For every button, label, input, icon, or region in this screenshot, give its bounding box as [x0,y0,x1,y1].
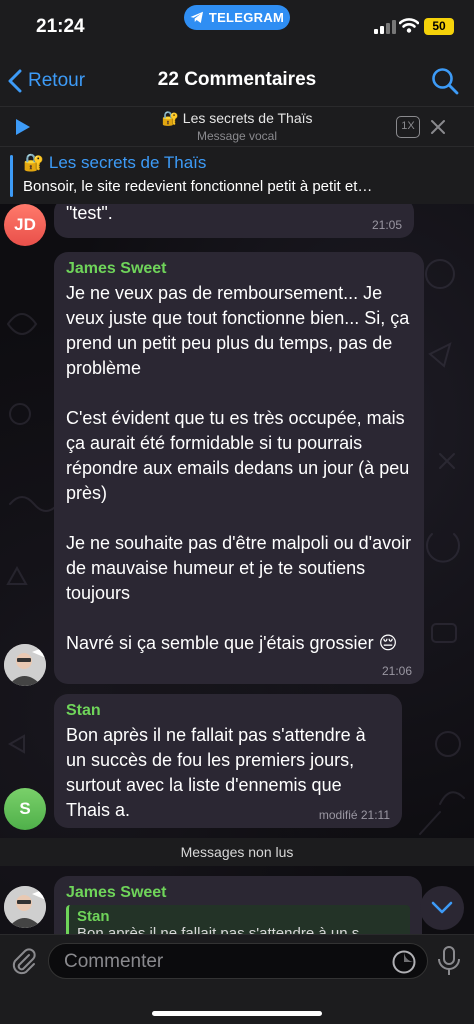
avatar[interactable] [4,644,46,686]
message-author[interactable]: Stan [66,702,390,720]
pinned-text: Bonsoir, le site redevient fonctionnel p… [23,178,373,195]
playback-speed-button[interactable]: 1X [396,116,420,138]
pinned-accent-bar [10,155,13,197]
composer-bar: Commenter [0,934,474,1024]
status-bar: 21:24 TELEGRAM 50 [0,0,474,56]
scroll-down-button[interactable] [420,886,464,930]
wifi-icon [399,18,419,33]
avatar[interactable]: JD [4,204,46,246]
message-time: 21:05 [371,218,402,232]
reply-quote[interactable]: Stan Bon après il ne fallait pas s'atten… [66,905,410,934]
nav-header: Retour 22 Commentaires [0,56,474,106]
paperclip-icon[interactable] [10,947,38,975]
audio-player-bar[interactable]: 🔐 Les secrets de Thaïs Message vocal 1X [0,106,474,146]
comment-placeholder: Commenter [64,951,164,972]
telegram-return-pill[interactable]: TELEGRAM [184,5,290,30]
pinned-message[interactable]: 🔐 Les secrets de Thaïs Bonsoir, le site … [0,146,474,204]
cellular-signal-icon [374,20,396,34]
comment-input[interactable]: Commenter [48,943,428,979]
status-time: 21:24 [36,16,85,37]
pinned-title: 🔐 Les secrets de Thaïs [23,153,207,172]
message-bubble[interactable]: James Sweet Je ne veux pas de remboursem… [54,252,424,684]
unread-separator: Messages non lus [0,838,474,866]
message-time: modifié 21:11 [318,808,390,822]
sticker-icon[interactable] [391,949,417,975]
profile-photo-icon [4,644,46,686]
search-icon[interactable] [430,66,460,96]
message-text: Je ne veux pas de remboursement... Je ve… [66,283,412,653]
message-time: 21:06 [381,664,412,678]
microphone-icon[interactable] [436,945,462,977]
message-author[interactable]: James Sweet [66,260,412,278]
chevron-down-icon [431,901,453,914]
avatar[interactable] [4,886,46,928]
avatar[interactable]: S [4,788,46,830]
telegram-pill-label: TELEGRAM [208,10,285,25]
message-bubble[interactable]: Stan Bon après il ne fallait pas s'atten… [54,694,402,828]
battery-indicator: 50 [424,18,454,35]
message-bubble[interactable]: "test". 21:05 [54,204,414,238]
profile-photo-icon [4,886,46,928]
message-author[interactable]: James Sweet [66,884,410,902]
close-icon[interactable] [428,117,448,137]
home-indicator [152,1011,322,1016]
reply-text: Bon après il ne fallait pas s'attendre à… [77,925,360,934]
message-text: "test". [66,204,113,223]
telegram-plane-icon [190,11,203,23]
reply-author: Stan [77,908,110,925]
message-bubble[interactable]: James Sweet Stan Bon après il ne fallait… [54,876,422,934]
page-title: 22 Commentaires [157,69,317,90]
chat-area[interactable]: JD "test". 21:05 James Sweet Je ne veux … [0,204,474,934]
